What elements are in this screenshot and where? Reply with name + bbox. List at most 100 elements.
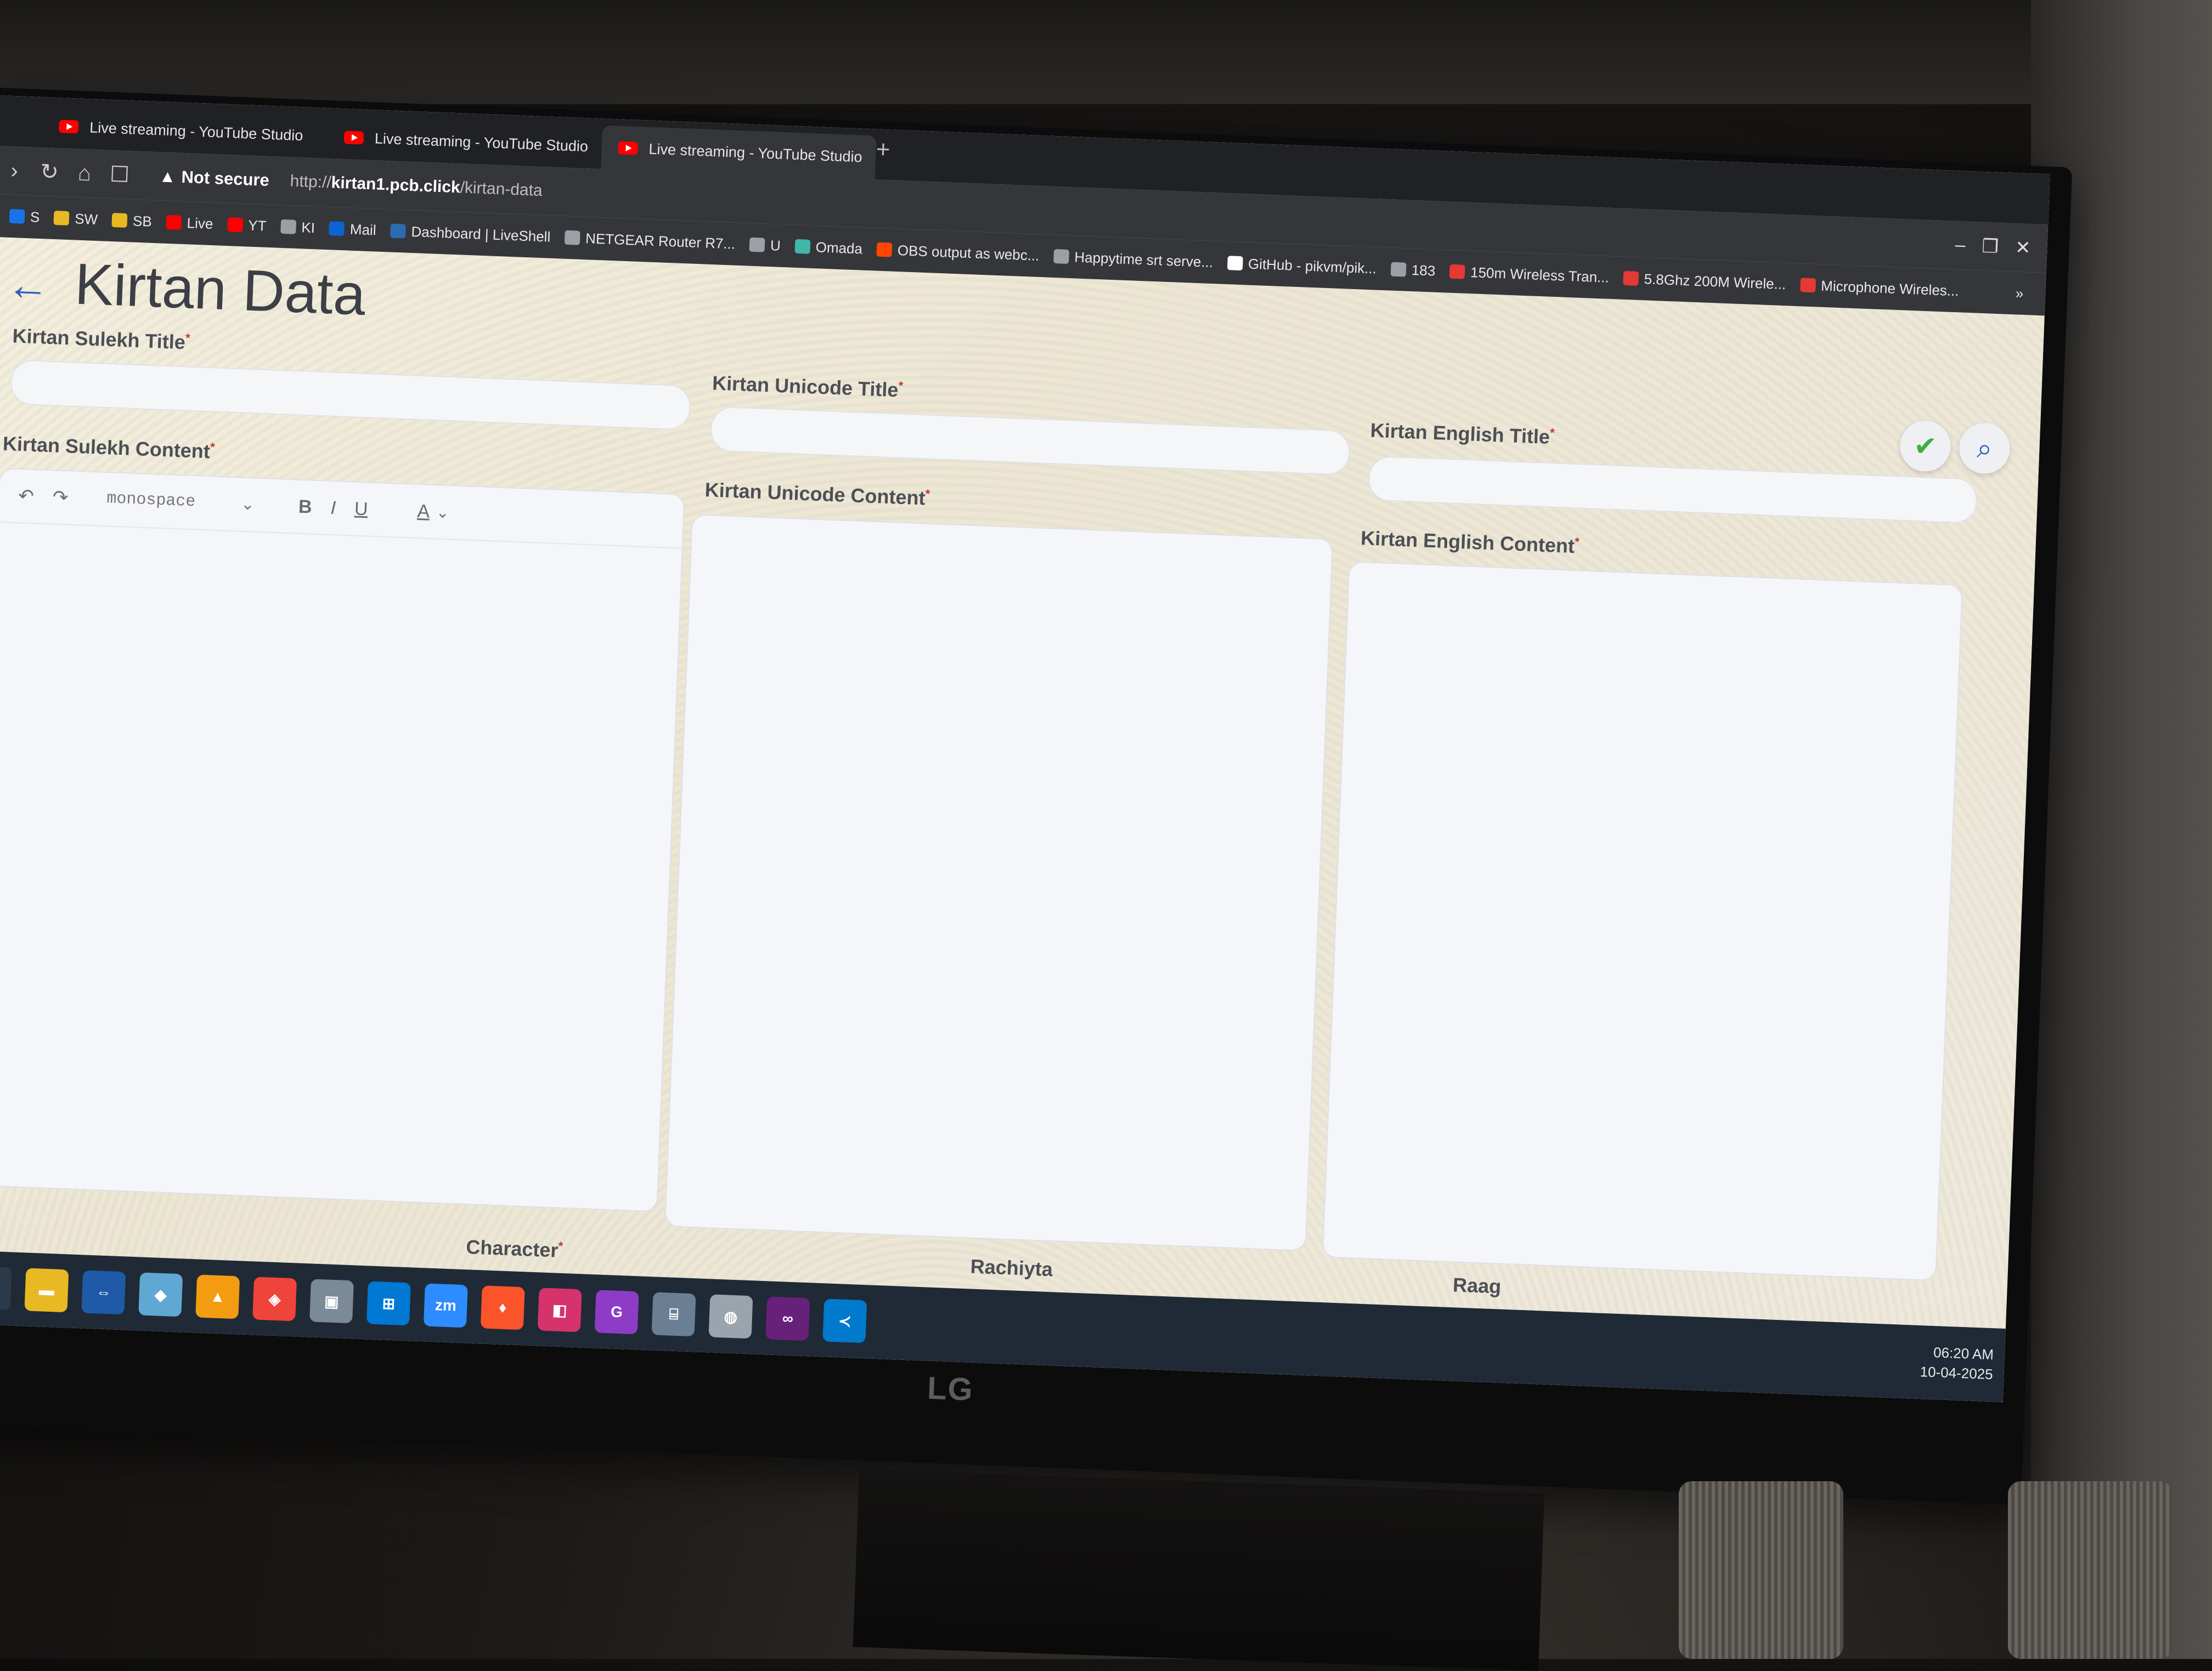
rdp-icon[interactable]: ▣ [309, 1279, 354, 1324]
sticky-icon[interactable]: ◆ [138, 1272, 183, 1317]
unicode-title-input[interactable] [709, 406, 1351, 476]
bookmark-favicon-icon [1227, 256, 1243, 271]
english-title-input[interactable] [1367, 455, 1978, 524]
youtube-icon [343, 131, 364, 145]
english-content-textarea[interactable] [1322, 561, 1963, 1282]
sulekh-content-editor[interactable]: ↶ ↷ monospace ⌄ B I U A ⌄ [0, 467, 685, 1212]
security-label: Not secure [181, 167, 270, 190]
undo-icon[interactable]: ↶ [18, 485, 35, 507]
bookmark-label: KI [301, 218, 315, 236]
url-domain: kirtan1.pcb.click [331, 173, 461, 197]
home-icon[interactable]: ⌂ [66, 160, 103, 186]
sulekh-title-input[interactable] [9, 359, 692, 431]
bookmark-favicon-icon [794, 239, 811, 254]
unicode-title-label: Kirtan Unicode Title* [712, 371, 904, 402]
bookmark-label: U [770, 236, 781, 254]
zoom-icon[interactable]: zm [423, 1283, 468, 1328]
teamviewer-icon[interactable]: ⇔ [81, 1270, 126, 1315]
bookmark-label: S [30, 208, 40, 225]
network-icon[interactable]: ⌸ [651, 1292, 696, 1337]
minimize-icon[interactable]: – [1955, 234, 1966, 257]
bookmark-icon[interactable]: ☐ [101, 161, 138, 188]
bookmark-favicon-icon [9, 208, 25, 224]
bookmark-item[interactable]: Happytime srt serve... [1053, 247, 1214, 270]
settings-icon[interactable]: ◍ [708, 1294, 753, 1339]
redo-icon[interactable]: ↷ [52, 486, 69, 509]
double-check-icon: ✔ [1913, 430, 1938, 462]
chevron-down-icon[interactable]: ⌄ [436, 503, 450, 522]
bookmark-item[interactable]: KI [280, 218, 315, 236]
bookmark-item[interactable]: YT [227, 216, 267, 235]
bookmark-label: Mail [349, 221, 377, 239]
screen: Live streaming - YouTube Studio Live str… [0, 95, 2050, 1402]
italic-button[interactable]: I [330, 497, 336, 518]
bookmark-item[interactable]: Mail [329, 220, 376, 239]
url-path: /kirtan-data [460, 178, 543, 200]
shortcut-icon[interactable]: ◧ [537, 1288, 582, 1333]
back-arrow-icon[interactable]: ← [6, 259, 50, 311]
search-icon: ⌕ [1976, 432, 1993, 464]
reload-icon[interactable]: ↻ [31, 159, 67, 185]
bookmark-label: Happytime srt serve... [1074, 248, 1214, 270]
window-controls: – ❐ ✕ [1955, 234, 2031, 259]
bookmark-item[interactable]: NETGEAR Router R7... [564, 229, 736, 252]
bookmark-label: Microphone Wireles... [1820, 277, 1960, 299]
url-field[interactable]: http://kirtan1.pcb.click/kirtan-data [290, 172, 543, 200]
bookmark-favicon-icon [876, 242, 893, 257]
english-content-label: Kirtan English Content* [1360, 526, 1580, 557]
bookmark-item[interactable]: Microphone Wireles... [1799, 276, 1960, 300]
bookmark-item[interactable]: 150m Wireless Tran... [1449, 263, 1610, 286]
bookmark-item[interactable]: Dashboard | LiveShell [390, 222, 551, 245]
forward-icon[interactable]: › [0, 157, 32, 183]
bookmark-item[interactable]: 5.8Ghz 200M Wirele... [1623, 269, 1786, 292]
bookmark-label: SW [74, 210, 98, 228]
bookmark-favicon-icon [280, 219, 297, 234]
monitor: Live streaming - YouTube Studio Live str… [0, 88, 2073, 1505]
store-icon[interactable]: ⊞ [366, 1281, 411, 1326]
security-indicator[interactable]: ▲ Not secure [159, 166, 269, 190]
save-check-button[interactable]: ✔ [1899, 420, 1952, 472]
vlc-icon[interactable]: ▲ [195, 1274, 240, 1319]
bookmark-item[interactable]: Omada [794, 238, 863, 257]
editor-toolbar: ↶ ↷ monospace ⌄ B I U A ⌄ [0, 468, 684, 549]
bookmarks-overflow-button[interactable]: » [2015, 285, 2024, 302]
kirtan-data-page: ← Kirtan Data Kirtan Sulekh Title* Kirta… [0, 236, 2045, 1329]
bookmark-favicon-icon [53, 210, 70, 226]
monitor-stand [853, 1469, 1545, 1671]
underline-button[interactable]: U [354, 498, 368, 520]
bookmark-item[interactable]: Live [166, 213, 213, 232]
bookmark-item[interactable]: 183 [1390, 261, 1436, 279]
bookmark-item[interactable]: SB [111, 212, 152, 230]
search-button[interactable]: ⌕ [1958, 422, 2011, 475]
app-g-icon[interactable]: G [594, 1290, 639, 1335]
text-color-button[interactable]: A [417, 500, 430, 522]
english-title-label: Kirtan English Title* [1370, 419, 1555, 448]
background-wall-top [0, 0, 2212, 104]
anydesk-icon[interactable]: ◈ [252, 1277, 297, 1322]
font-select[interactable]: monospace ⌄ [106, 489, 255, 515]
bookmark-item[interactable]: GitHub - pikvm/pik... [1227, 255, 1377, 277]
bookmark-favicon-icon [329, 221, 345, 236]
bookmark-item[interactable]: S [9, 207, 40, 225]
close-icon[interactable]: ✕ [2015, 236, 2031, 259]
new-tab-button[interactable]: + [876, 136, 891, 163]
bookmark-item[interactable]: OBS output as webc... [876, 241, 1040, 264]
bookmark-item[interactable]: SW [53, 209, 98, 228]
unicode-content-textarea[interactable] [664, 513, 1334, 1251]
system-clock[interactable]: 06:20 AM 10-04-2025 [1920, 1342, 1994, 1384]
bookmark-favicon-icon [564, 230, 580, 245]
bookmark-item[interactable]: U [749, 236, 781, 254]
bookmark-label: Live [187, 214, 213, 232]
bookmark-favicon-icon [227, 217, 243, 233]
restore-icon[interactable]: ❐ [1982, 235, 1999, 258]
visual-studio-icon[interactable]: ∞ [765, 1296, 810, 1341]
start-windows-icon[interactable]: ◐ [0, 1266, 12, 1311]
bookmark-favicon-icon [166, 214, 182, 230]
bookmark-label: 150m Wireless Tran... [1470, 263, 1610, 286]
bookmark-favicon-icon [1449, 264, 1465, 279]
brave-icon[interactable]: ♦ [480, 1285, 525, 1330]
file-explorer-icon[interactable]: ▬ [24, 1268, 69, 1313]
bold-button[interactable]: B [298, 496, 312, 518]
vscode-icon[interactable]: ≺ [822, 1299, 867, 1343]
speaker-left [1679, 1481, 1843, 1659]
